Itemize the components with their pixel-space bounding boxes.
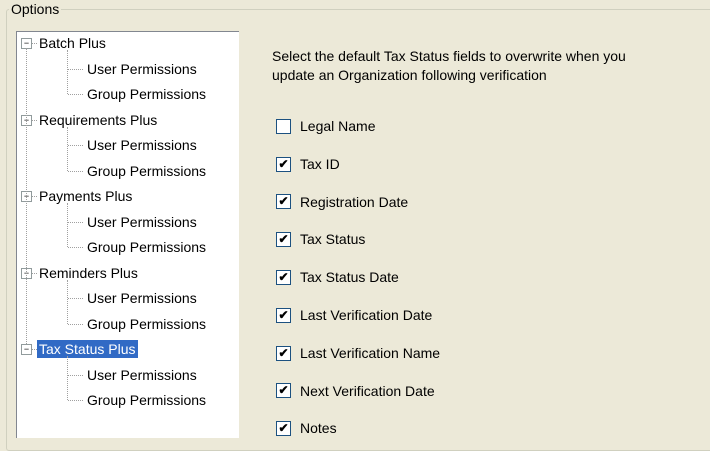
checkbox-checked[interactable]: ✔ xyxy=(276,345,291,361)
tree-node-permission[interactable]: User Permissions xyxy=(85,289,199,307)
checkbox-row[interactable]: Legal Name xyxy=(276,116,376,136)
tree-connector xyxy=(67,50,68,94)
tree-connector xyxy=(67,203,68,247)
tree-node-permission[interactable]: User Permissions xyxy=(85,366,199,384)
checkbox-checked[interactable]: ✔ xyxy=(276,307,291,323)
checkbox-label: Tax ID xyxy=(300,155,340,172)
checkbox-checked[interactable]: ✔ xyxy=(276,269,291,285)
tree-connector xyxy=(32,119,37,121)
tree-node-label: Requirements Plus xyxy=(39,111,158,128)
checkbox-row[interactable]: ✔ Last Verification Date xyxy=(276,305,432,325)
tree-connector xyxy=(68,68,83,70)
tree-connector xyxy=(68,374,83,376)
checkbox-unchecked[interactable] xyxy=(276,118,291,134)
tree-connector xyxy=(67,356,68,400)
tree-node-label: Reminders Plus xyxy=(39,264,138,281)
tree-connector xyxy=(67,126,68,171)
collapse-toggle-icon[interactable]: − xyxy=(21,344,32,355)
checkbox-label: Last Verification Date xyxy=(300,307,433,323)
tree-connector xyxy=(68,323,83,325)
tree-connector xyxy=(32,272,37,274)
options-tree[interactable]: Batch Plus − User Permissions Group Permiss… xyxy=(16,31,239,438)
tree-node-label: Batch Plus xyxy=(39,35,106,51)
tree-node-label: Group Permissions xyxy=(87,392,207,408)
checkbox-row[interactable]: ✔ Tax Status xyxy=(276,229,365,249)
checkbox-label: Tax Status xyxy=(300,231,366,248)
tree-connector xyxy=(68,221,83,223)
tree-node-group[interactable]: Payments Plus xyxy=(37,187,134,205)
tree-node-label: Group Permissions xyxy=(87,239,207,255)
checkbox-checked[interactable]: ✔ xyxy=(276,421,291,437)
tree-node-permission[interactable]: User Permissions xyxy=(85,60,199,78)
tree-connector xyxy=(32,43,37,44)
tree-node-label: Group Permissions xyxy=(87,86,207,102)
checkbox-checked[interactable]: ✔ xyxy=(276,383,291,399)
checkbox-label: Last Verification Name xyxy=(300,344,441,361)
checkbox-label: Next Verification Date xyxy=(300,382,435,399)
tree-connector xyxy=(32,349,37,350)
tree-connector xyxy=(68,145,83,146)
tree-node-permission[interactable]: Group Permissions xyxy=(85,315,208,333)
tree-node-permission[interactable]: User Permissions xyxy=(85,213,199,231)
tree-node-label: User Permissions xyxy=(87,366,197,383)
tree-node-group[interactable]: Requirements Plus xyxy=(37,111,159,129)
checkbox-checked[interactable]: ✔ xyxy=(276,156,291,172)
options-group-title: Options xyxy=(9,1,62,17)
tree-node-label: Payments Plus xyxy=(39,188,133,204)
tree-node-label: Group Permissions xyxy=(87,315,207,332)
tree-node-label: Group Permissions xyxy=(87,162,207,179)
tree-node-label: User Permissions xyxy=(87,290,197,306)
tree-connector xyxy=(68,94,83,95)
tree-connector xyxy=(68,400,83,401)
tree-connector xyxy=(32,196,37,197)
checkbox-checked[interactable]: ✔ xyxy=(276,232,291,248)
checkbox-checked[interactable]: ✔ xyxy=(276,194,291,210)
tree-connector xyxy=(68,298,83,299)
tree-connector xyxy=(68,170,83,172)
instructions-text: Select the default Tax Status fields to … xyxy=(272,48,626,83)
tree-node-permission[interactable]: Group Permissions xyxy=(85,391,208,409)
tree-connector xyxy=(68,247,83,248)
tree-connector xyxy=(26,48,27,344)
tree-node-permission[interactable]: Group Permissions xyxy=(85,238,208,256)
tree-node-group[interactable]: Batch Plus xyxy=(37,34,108,52)
tree-node-permission[interactable]: Group Permissions xyxy=(85,162,208,180)
checkbox-label: Registration Date xyxy=(300,193,409,210)
checkbox-row[interactable]: ✔ Tax Status Date xyxy=(276,267,399,287)
checkbox-label: Notes xyxy=(300,420,337,437)
checkbox-row[interactable]: ✔ Notes xyxy=(276,418,337,438)
checkbox-row[interactable]: ✔ Last Verification Name xyxy=(276,343,440,363)
tree-node-group[interactable]: Tax Status Plus xyxy=(37,340,138,358)
tree-node-label: User Permissions xyxy=(87,213,197,230)
tree-node-permission[interactable]: User Permissions xyxy=(85,136,199,154)
checkbox-label: Legal Name xyxy=(300,118,376,134)
tree-node-label: User Permissions xyxy=(87,60,197,77)
tree-node-label: User Permissions xyxy=(87,137,197,153)
tree-node-permission[interactable]: Group Permissions xyxy=(85,85,208,103)
tree-node-label: Tax Status Plus xyxy=(37,340,138,358)
checkbox-row[interactable]: ✔ Tax ID xyxy=(276,154,340,174)
tree-node-group[interactable]: Reminders Plus xyxy=(37,264,140,282)
tree-connector xyxy=(67,279,68,324)
checkbox-row[interactable]: ✔ Next Verification Date xyxy=(276,381,435,401)
checkbox-row[interactable]: ✔ Registration Date xyxy=(276,192,408,212)
checkbox-label: Tax Status Date xyxy=(300,269,399,286)
